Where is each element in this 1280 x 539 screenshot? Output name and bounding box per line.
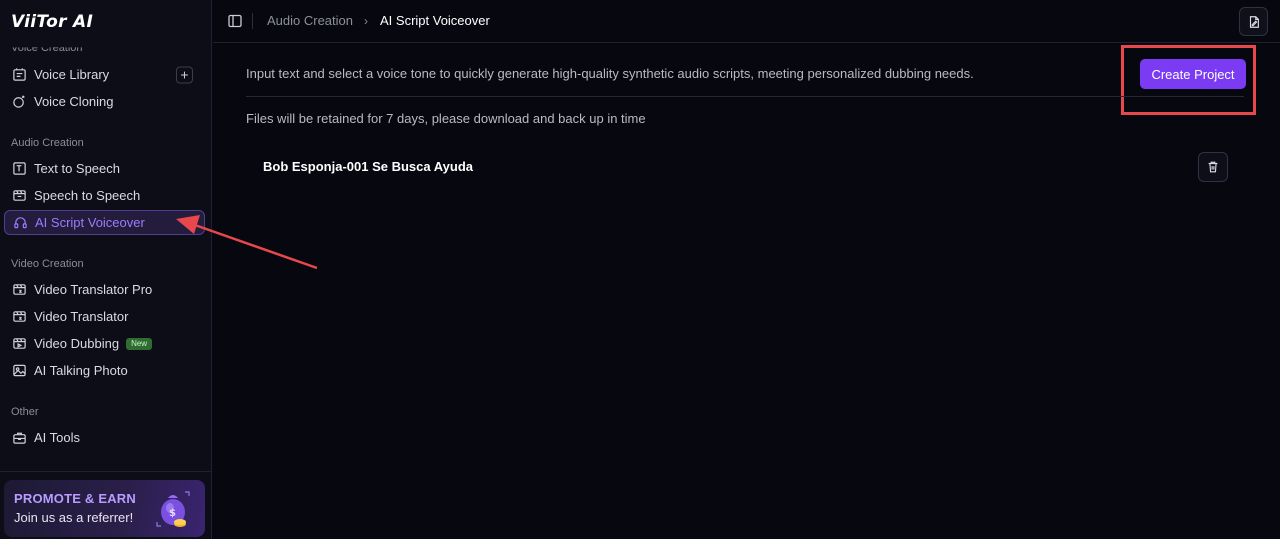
sidebar-item-voice-library[interactable]: Voice Library + (4, 62, 205, 87)
sidebar: ViiTor AI Voice Creation Voice Library +… (0, 0, 212, 539)
sidebar-item-voice-cloning[interactable]: Voice Cloning (4, 89, 205, 114)
add-voice-button[interactable]: + (176, 66, 193, 83)
headphones-icon (12, 215, 28, 231)
sidebar-item-label: Speech to Speech (34, 188, 141, 203)
sidebar-item-ai-script-voiceover[interactable]: AI Script Voiceover (4, 210, 205, 235)
header-separator (252, 13, 253, 29)
promote-earn-banner[interactable]: PROMOTE & EARN Join us as a referrer! $ (4, 480, 205, 537)
toolbox-icon (11, 430, 27, 446)
sidebar-item-label: Video Translator Pro (34, 282, 153, 297)
breadcrumb-audio-creation[interactable]: Audio Creation (267, 13, 353, 28)
svg-text:$: $ (169, 508, 176, 519)
page-description: Input text and select a voice tone to qu… (246, 66, 974, 81)
sidebar-item-label: Voice Cloning (34, 94, 114, 109)
sidebar-nav[interactable]: Voice Creation Voice Library + Voice Clo… (0, 40, 211, 470)
content-divider (246, 96, 1244, 97)
sidebar-item-label: Voice Library (34, 67, 110, 82)
new-badge: New (126, 337, 153, 350)
retention-notice: Files will be retained for 7 days, pleas… (246, 111, 646, 126)
sidebar-item-label: Video Dubbing (34, 336, 120, 351)
sidebar-item-label: AI Tools (34, 430, 81, 445)
sidebar-item-label: Text to Speech (34, 161, 120, 176)
sidebar-divider (0, 471, 211, 472)
photo-icon (11, 363, 27, 379)
sidebar-item-video-translator-pro[interactable]: Video Translator Pro (4, 277, 205, 302)
breadcrumb-chevron-icon: › (364, 14, 368, 28)
section-label-video-creation: Video Creation (11, 258, 84, 270)
video-dubbing-icon (11, 336, 27, 352)
video-translate-icon (11, 309, 27, 325)
sidebar-item-label: AI Talking Photo (34, 363, 128, 378)
delete-project-button[interactable] (1198, 152, 1228, 182)
cloning-icon (11, 94, 27, 110)
sidebar-item-video-translator[interactable]: Video Translator (4, 304, 205, 329)
sidebar-item-ai-tools[interactable]: AI Tools (4, 425, 205, 450)
project-title[interactable]: Bob Esponja-001 Se Busca Ayuda (263, 159, 473, 174)
sidebar-item-label: AI Script Voiceover (35, 215, 145, 230)
breadcrumb-current: AI Script Voiceover (380, 13, 490, 28)
video-translate-icon (11, 282, 27, 298)
money-bag-icon: $ (156, 491, 190, 527)
sidebar-item-ai-talking-photo[interactable]: AI Talking Photo (4, 358, 205, 383)
library-icon (11, 67, 27, 83)
document-edit-icon (1249, 15, 1259, 28)
top-header: Audio Creation › AI Script Voiceover (213, 0, 1280, 43)
project-list-item[interactable]: Bob Esponja-001 Se Busca Ayuda (246, 150, 1244, 186)
annotation-highlight-box (1121, 45, 1256, 115)
sidebar-item-label: Video Translator (34, 309, 129, 324)
sidebar-item-speech-to-speech[interactable]: Speech to Speech (4, 183, 205, 208)
speech-to-speech-icon (11, 188, 27, 204)
sidebar-item-text-to-speech[interactable]: Text to Speech (4, 156, 205, 181)
sidebar-item-video-dubbing[interactable]: Video Dubbing New (4, 331, 205, 356)
text-to-speech-icon (11, 161, 27, 177)
section-label-voice-creation: Voice Creation (11, 42, 83, 54)
header-action-button[interactable] (1239, 7, 1268, 36)
trash-icon (1208, 161, 1218, 173)
sidebar-toggle-icon[interactable] (227, 13, 243, 29)
app-logo[interactable]: ViiTor AI (11, 12, 93, 32)
section-label-audio-creation: Audio Creation (11, 137, 84, 149)
section-label-other: Other (11, 406, 39, 418)
